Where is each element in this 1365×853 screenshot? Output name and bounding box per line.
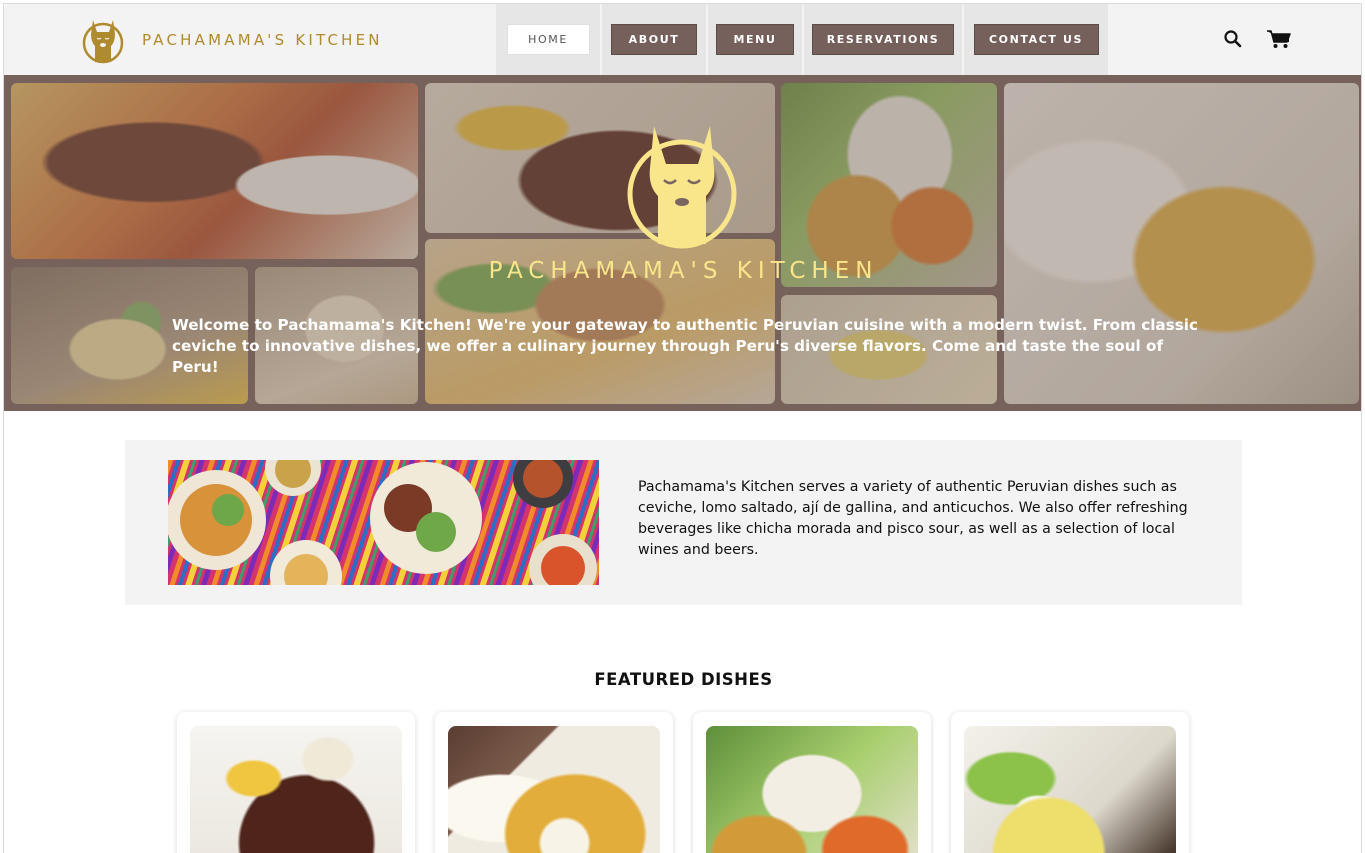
dish-photo-anticuchos — [190, 726, 402, 853]
main-nav: HOME ABOUT MENU RESERVATIONS CONTACT US — [496, 4, 1110, 75]
nav-cell-reservations: RESERVATIONS — [804, 4, 964, 75]
featured-dish-card[interactable] — [435, 712, 673, 853]
dish-photo-aji-de-gallina — [448, 726, 660, 853]
featured-dish-card[interactable] — [177, 712, 415, 853]
llama-logo-icon — [82, 20, 124, 64]
nav-cell-contact: CONTACT US — [964, 4, 1110, 75]
cart-icon[interactable] — [1266, 28, 1292, 50]
hero-banner: PACHAMAMA'S KITCHEN Welcome to Pachamama… — [4, 75, 1361, 411]
nav-contact-button[interactable]: CONTACT US — [973, 24, 1099, 55]
dish-photo-ceviche — [706, 726, 918, 853]
featured-dish-card[interactable] — [693, 712, 931, 853]
hero-title: PACHAMAMA'S KITCHEN — [488, 258, 879, 284]
featured-dishes-title: FEATURED DISHES — [594, 670, 773, 689]
search-icon[interactable] — [1222, 28, 1244, 50]
hero-welcome-text: Welcome to Pachamama's Kitchen! We're yo… — [172, 316, 1198, 376]
intro-photo-graphic — [168, 460, 599, 585]
featured-dish-card[interactable] — [951, 712, 1189, 853]
intro-description: Pachamama's Kitchen serves a variety of … — [638, 479, 1188, 558]
llama-logo-icon — [627, 126, 737, 249]
site-header: PACHAMAMA'S KITCHEN HOME ABOUT MENU RESE… — [4, 4, 1361, 75]
brand[interactable]: PACHAMAMA'S KITCHEN — [81, 16, 383, 64]
nav-home-button[interactable]: HOME — [506, 24, 590, 55]
intro-section: Pachamama's Kitchen serves a variety of … — [125, 440, 1242, 605]
nav-cell-about: ABOUT — [602, 4, 708, 75]
dish-photo-papa-huancaina — [964, 726, 1176, 853]
nav-cell-menu: MENU — [708, 4, 804, 75]
brand-name: PACHAMAMA'S KITCHEN — [142, 31, 383, 49]
nav-cell-home: HOME — [496, 4, 602, 75]
nav-reservations-button[interactable]: RESERVATIONS — [812, 24, 954, 55]
page-frame: PACHAMAMA'S KITCHEN HOME ABOUT MENU RESE… — [3, 3, 1362, 853]
nav-about-button[interactable]: ABOUT — [611, 24, 697, 55]
nav-menu-button[interactable]: MENU — [716, 24, 794, 55]
intro-photo-dishes — [168, 460, 599, 585]
